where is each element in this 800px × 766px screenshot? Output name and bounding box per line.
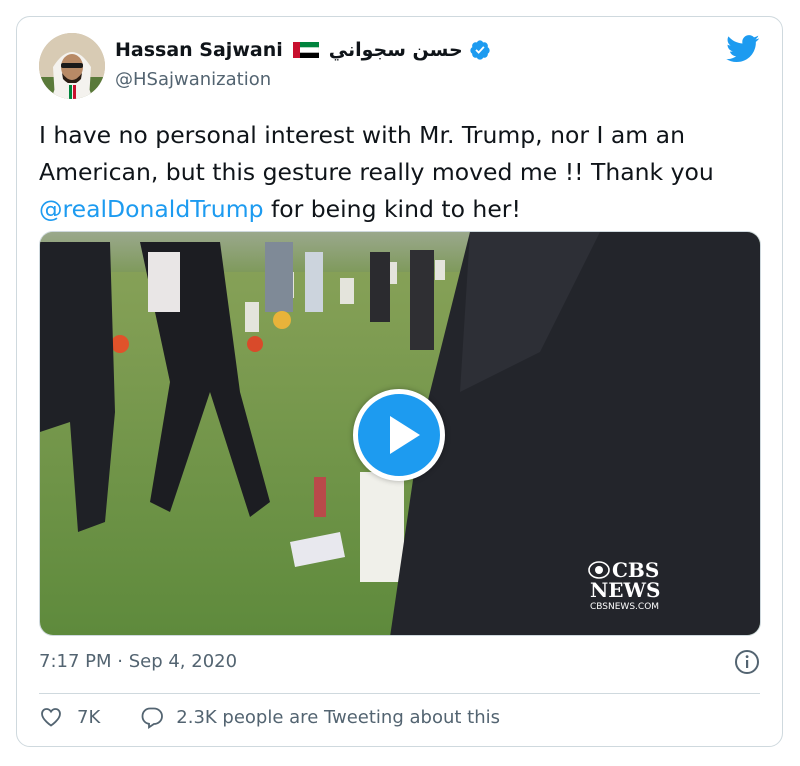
tweeting-about-button[interactable]: 2.3K people are Tweeting about this	[140, 705, 500, 729]
like-button[interactable]: 7K	[39, 705, 100, 729]
reply-bubble-icon	[141, 707, 164, 729]
video-player[interactable]: CBS NEWS CBSNEWS.COM	[39, 231, 761, 636]
avatar[interactable]	[39, 33, 105, 99]
verified-badge-icon	[469, 39, 491, 61]
cbs-news-watermark: CBS NEWS CBSNEWS.COM	[588, 560, 660, 612]
tweet-card[interactable]: Hassan Sajwani حسن سجواني @HSajwanizatio…	[16, 16, 783, 747]
watermark-news: NEWS	[590, 578, 661, 602]
watermark-url: CBSNEWS.COM	[590, 602, 660, 612]
tweet-text-part2: for being kind to her!	[263, 195, 521, 223]
heart-icon	[41, 708, 61, 727]
author-name-arabic[interactable]: حسن سجواني	[329, 39, 463, 61]
tweet-timestamp[interactable]: 7:17 PM · Sep 4, 2020	[39, 651, 237, 672]
twitter-logo-icon[interactable]	[726, 35, 760, 63]
author-handle[interactable]: @HSajwanization	[115, 69, 271, 90]
like-count: 7K	[77, 706, 101, 728]
cbs-eye-icon	[588, 561, 610, 579]
tweet-text: I have no personal interest with Mr. Tru…	[39, 117, 769, 228]
info-icon[interactable]	[734, 649, 760, 675]
watermark-cbs: CBS	[612, 558, 660, 582]
tweeting-about-label: 2.3K people are Tweeting about this	[176, 706, 500, 728]
tweet-text-part1: I have no personal interest with Mr. Tru…	[39, 121, 714, 186]
play-button[interactable]	[353, 389, 445, 481]
author-name[interactable]: Hassan Sajwani	[115, 39, 283, 61]
divider	[39, 693, 760, 694]
mention-link[interactable]: @realDonaldTrump	[39, 195, 264, 223]
uae-flag-icon	[292, 41, 319, 59]
